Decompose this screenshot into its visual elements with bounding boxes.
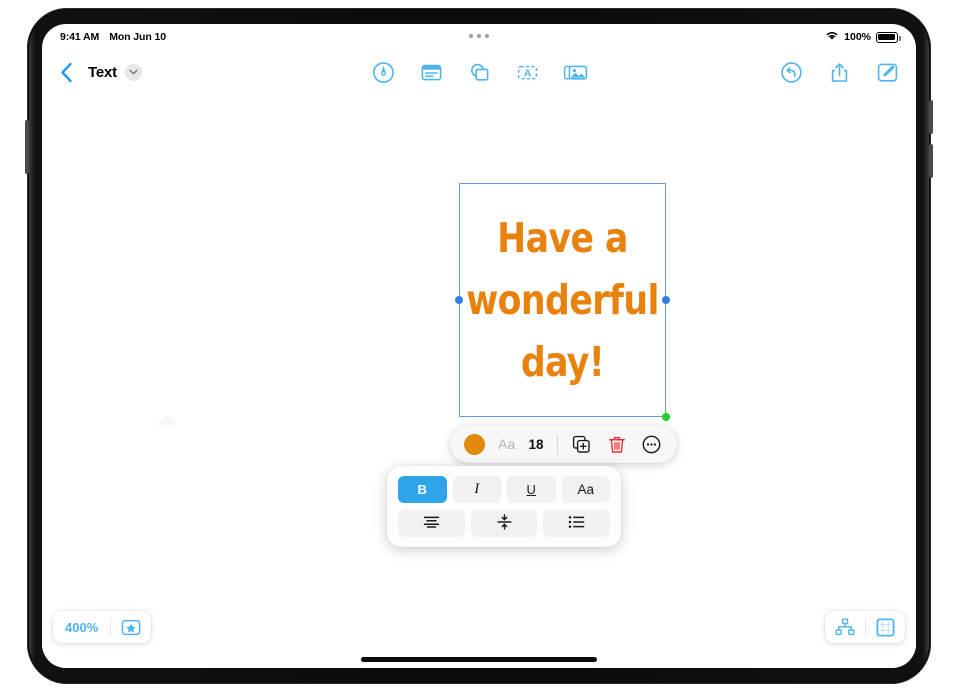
hierarchy-icon[interactable] (825, 618, 865, 636)
resize-handle-bottom-right[interactable] (662, 413, 670, 421)
page-title[interactable]: Text (88, 64, 117, 81)
chevron-down-icon[interactable] (124, 63, 142, 81)
home-indicator[interactable] (361, 657, 597, 662)
text-box-tool[interactable]: A (514, 59, 540, 85)
popover-arrow (157, 415, 177, 425)
font-style-button[interactable]: Aa (561, 476, 610, 503)
shapes-tool[interactable] (466, 59, 492, 85)
text-format-popover: B I U Aa (387, 466, 621, 547)
status-time: 9:41 AM (60, 31, 100, 43)
text-line: wonderful (466, 275, 659, 324)
power-button[interactable] (25, 120, 29, 174)
ipad-screen: 9:41 AM Mon Jun 10 100% Text A Have a wo… (42, 24, 916, 668)
line-spacing-icon (496, 514, 513, 533)
wifi-icon (825, 30, 839, 44)
volume-up-button[interactable] (929, 100, 933, 134)
multitasking-handle[interactable] (469, 34, 489, 38)
italic-button[interactable]: I (452, 476, 501, 503)
format-row-paragraph (398, 510, 611, 537)
status-bar: 9:41 AM Mon Jun 10 100% (42, 24, 916, 50)
back-chevron-icon[interactable] (52, 57, 80, 87)
svg-text:A: A (523, 67, 531, 79)
battery-icon (876, 31, 901, 43)
format-document-tool[interactable] (418, 59, 444, 85)
zoom-level-value[interactable]: 400% (53, 620, 110, 635)
nav-bar-tools: A (370, 50, 588, 94)
nav-bar-actions (778, 50, 900, 94)
battery-percent-label: 100% (844, 31, 871, 43)
document-canvas[interactable]: 2 Have a wonderful day! Aa 18 (42, 94, 916, 668)
bullet-list-button[interactable] (543, 510, 611, 537)
nav-bar-left: Text (52, 50, 142, 94)
text-line: day! (520, 338, 605, 387)
duplicate-icon[interactable] (571, 433, 593, 455)
status-bar-left: 9:41 AM Mon Jun 10 (60, 31, 166, 43)
format-row-style: B I U Aa (398, 476, 610, 503)
screenshot-root: 9:41 AM Mon Jun 10 100% Text A Have a wo… (0, 0, 958, 692)
text-line: Have a (497, 213, 628, 262)
handle-dot (485, 34, 489, 38)
status-date: Mon Jun 10 (109, 31, 166, 43)
handle-dot (477, 34, 481, 38)
view-options-bar (825, 611, 905, 643)
toolbar-divider (556, 434, 558, 454)
context-toolbar: Aa 18 (450, 425, 677, 463)
undo-button[interactable] (778, 59, 804, 85)
markup-pen-tool[interactable] (370, 59, 396, 85)
navigation-bar: Text A (42, 50, 916, 94)
text-align-button[interactable] (398, 510, 465, 537)
align-center-icon (422, 515, 441, 532)
zoom-bar: 400% (53, 611, 152, 643)
text-object[interactable]: Have a wonderful day! (455, 183, 670, 421)
resize-handle-left[interactable] (455, 296, 463, 304)
canvas-grid-icon[interactable] (866, 617, 905, 637)
trash-icon[interactable] (606, 433, 628, 455)
underline-button[interactable]: U (507, 476, 556, 503)
star-box-icon[interactable] (111, 619, 151, 636)
more-options-icon[interactable] (641, 433, 663, 455)
bullet-list-icon (567, 515, 586, 532)
line-spacing-button[interactable] (470, 510, 538, 537)
bold-button[interactable]: B (398, 476, 447, 503)
resize-handle-right[interactable] (662, 296, 670, 304)
compose-button[interactable] (874, 59, 900, 85)
text-object-content[interactable]: Have a wonderful day! (465, 183, 660, 417)
handle-dot (469, 34, 473, 38)
status-bar-right: 100% (825, 30, 901, 44)
media-tool[interactable] (562, 59, 588, 85)
text-color-swatch[interactable] (464, 433, 485, 455)
share-button[interactable] (826, 59, 852, 85)
font-name-label[interactable]: Aa (498, 436, 516, 452)
volume-down-button[interactable] (929, 144, 933, 178)
font-size-value[interactable]: 18 (529, 437, 544, 452)
